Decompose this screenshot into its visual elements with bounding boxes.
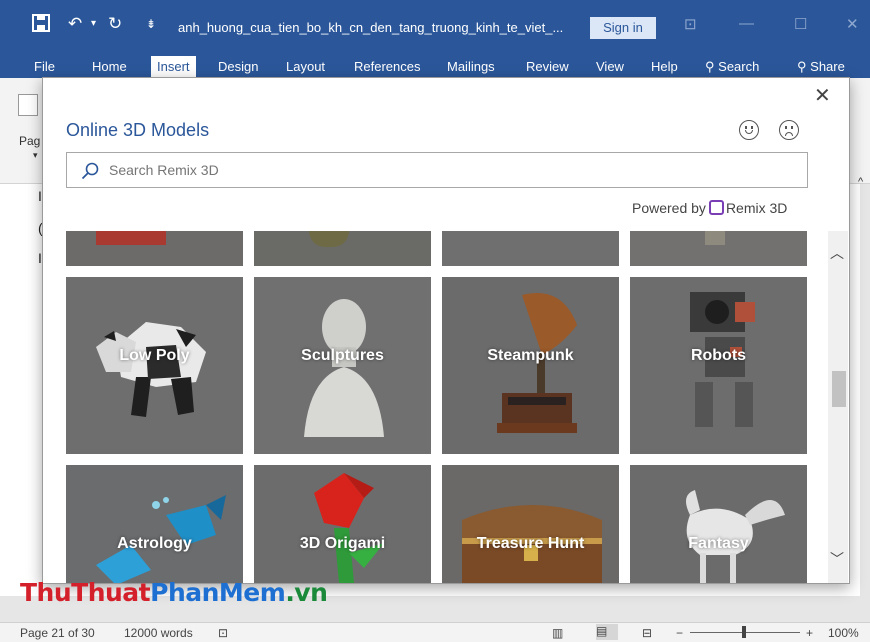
document-title: anh_huong_cua_tien_bo_kh_cn_den_tang_tru…: [178, 20, 564, 35]
watermark-part: Thu: [20, 578, 72, 607]
ribbon-tabs: File Home Insert Design Layout Reference…: [0, 56, 870, 78]
web-layout-icon[interactable]: ⊟: [642, 626, 652, 640]
tab-help[interactable]: Help: [651, 59, 678, 74]
scroll-thumb[interactable]: [832, 371, 846, 407]
page-icon[interactable]: [18, 94, 38, 116]
minimize-icon[interactable]: —: [739, 15, 754, 32]
undo-icon[interactable]: ↶: [68, 14, 82, 34]
read-mode-icon[interactable]: ▥: [552, 626, 563, 640]
tab-review[interactable]: Review: [526, 59, 569, 74]
page-count[interactable]: Page 21 of 30: [20, 626, 95, 640]
print-layout-icon[interactable]: ▤: [596, 624, 618, 640]
online-3d-models-dialog: ✕ Online 3D Models Powered by Remix 3D: [42, 77, 850, 584]
redo-icon[interactable]: ↻: [108, 14, 122, 34]
category-label: Robots: [690, 347, 747, 364]
tab-mailings[interactable]: Mailings: [447, 59, 495, 74]
model-thumbnail: [690, 292, 755, 427]
category-label: Astrology: [117, 535, 192, 552]
model-thumbnail: [705, 231, 725, 245]
category-label: Fantasy: [688, 535, 749, 552]
share-person-icon: ⚲: [797, 59, 807, 74]
dialog-title: Online 3D Models: [66, 120, 210, 140]
category-label: Treasure Hunt: [476, 535, 585, 552]
category-label: Sculptures: [301, 347, 384, 364]
remix-3d-logo-icon: [708, 200, 724, 215]
category-tile[interactable]: Robots: [630, 277, 807, 454]
category-tile[interactable]: Steampunk: [442, 277, 619, 454]
frown-feedback-icon[interactable]: [779, 120, 799, 140]
sign-in-button[interactable]: Sign in: [590, 17, 656, 39]
category-grid: Low Poly Sculptures Steampunk Robots Ast…: [66, 231, 807, 583]
smile-feedback-icon[interactable]: [739, 120, 759, 140]
scroll-up-icon[interactable]: ︿: [830, 243, 844, 263]
model-thumbnail: [304, 299, 384, 437]
category-label: Steampunk: [487, 347, 574, 364]
title-bar: ↶ ▾ ↻ ⇟ anh_huong_cua_tien_bo_kh_cn_den_…: [0, 0, 870, 56]
tab-layout[interactable]: Layout: [286, 59, 325, 74]
watermark-part: .vn: [285, 578, 328, 607]
share-label: Share: [810, 59, 845, 74]
tab-insert[interactable]: Insert: [151, 56, 196, 78]
category-tile[interactable]: Treasure Hunt: [442, 465, 619, 583]
lightbulb-search-icon: ⚲: [705, 59, 715, 74]
tell-me-search[interactable]: ⚲ Search: [705, 59, 759, 75]
provider-link[interactable]: Remix 3D: [726, 200, 787, 216]
category-tile[interactable]: [630, 231, 807, 266]
model-thumbnail: [314, 473, 384, 583]
share-button[interactable]: ⚲ Share: [797, 59, 845, 75]
model-thumbnail: [96, 231, 166, 245]
status-bar: Page 21 of 30 12000 words ⊡ ▥ ▤ ⊟ − + 10…: [0, 622, 870, 642]
ribbon-display-icon[interactable]: ⊡: [684, 15, 697, 33]
powered-by: Powered by Remix 3D: [632, 200, 787, 216]
tell-me-label: Search: [718, 59, 760, 74]
zoom-level[interactable]: 100%: [828, 626, 859, 640]
category-label: Low Poly: [119, 347, 190, 364]
scroll-down-icon[interactable]: ﹀: [830, 549, 844, 569]
zoom-out-button[interactable]: −: [676, 626, 683, 640]
model-thumbnail: [96, 322, 206, 417]
search-icon: [81, 162, 99, 185]
scrollbar[interactable]: ︿ ﹀: [828, 231, 848, 583]
undo-dropdown-icon[interactable]: ▾: [91, 14, 96, 34]
category-tile[interactable]: [442, 231, 619, 266]
watermark-part: Thuat: [71, 578, 151, 607]
chevron-down-icon[interactable]: ▾: [33, 150, 38, 161]
category-tile[interactable]: [66, 231, 243, 266]
close-window-icon[interactable]: ✕: [846, 15, 859, 33]
category-tile[interactable]: Astrology: [66, 465, 243, 583]
tab-references[interactable]: References: [354, 59, 420, 74]
tab-file[interactable]: File: [34, 59, 55, 74]
category-tile[interactable]: Fantasy: [630, 465, 807, 583]
pages-group-label[interactable]: Pag: [19, 134, 40, 148]
category-tile[interactable]: [254, 231, 431, 266]
category-label: 3D Origami: [299, 535, 386, 552]
category-tile[interactable]: Low Poly: [66, 277, 243, 454]
model-thumbnail: [497, 293, 577, 433]
tab-design[interactable]: Design: [218, 59, 258, 74]
proofing-icon[interactable]: ⊡: [218, 626, 228, 640]
maximize-icon[interactable]: ☐: [794, 15, 807, 33]
zoom-slider-thumb[interactable]: [742, 626, 746, 638]
category-tile[interactable]: Sculptures: [254, 277, 431, 454]
save-icon[interactable]: [32, 14, 50, 37]
tab-home[interactable]: Home: [92, 59, 127, 74]
watermark-part: PhanMem: [150, 578, 286, 607]
search-input[interactable]: [109, 153, 799, 187]
model-thumbnail: [309, 231, 349, 247]
word-count[interactable]: 12000 words: [124, 626, 193, 640]
category-tile[interactable]: 3D Origami: [254, 465, 431, 583]
powered-by-label: Powered by: [632, 200, 706, 216]
customize-qat-icon[interactable]: ⇟: [146, 14, 156, 34]
watermark-logo: ThuThuatPhanMem.vn: [20, 578, 328, 607]
close-icon[interactable]: ✕: [814, 83, 831, 108]
tab-view[interactable]: View: [596, 59, 624, 74]
zoom-in-button[interactable]: +: [806, 626, 813, 640]
search-box[interactable]: [66, 152, 808, 188]
model-thumbnail: [686, 490, 785, 583]
